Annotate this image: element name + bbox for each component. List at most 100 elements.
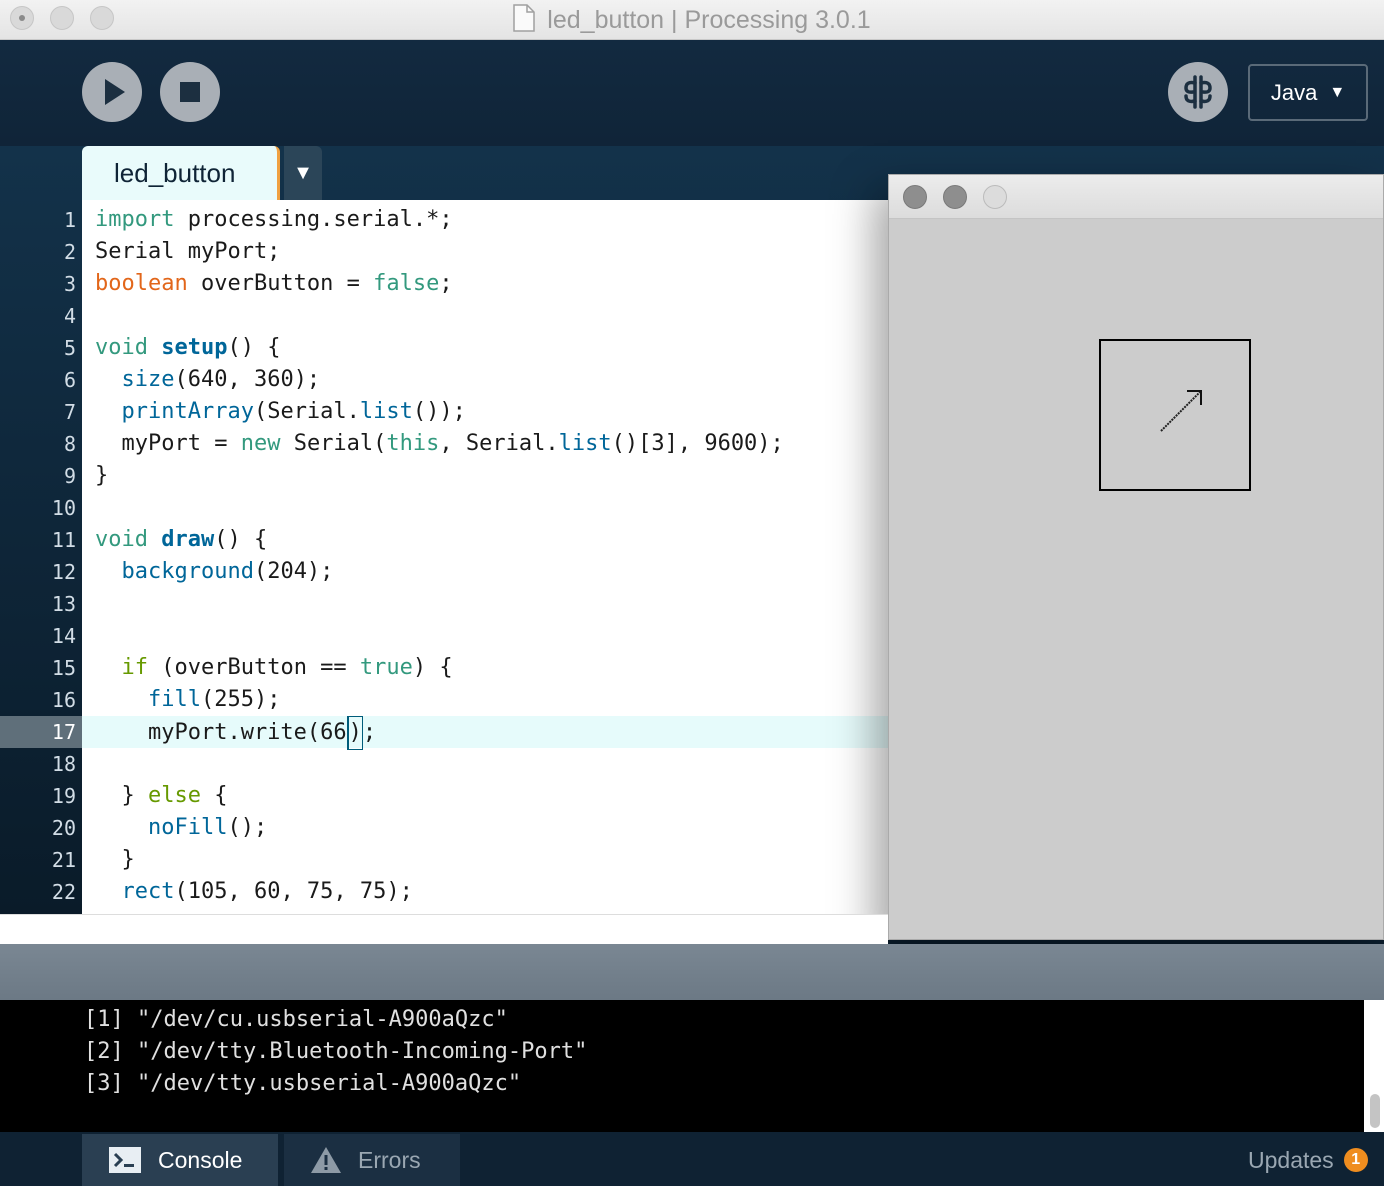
tab-label: led_button <box>114 158 236 188</box>
code-token: } <box>95 463 109 488</box>
code-token: true <box>359 655 413 680</box>
code-token: ) { <box>412 655 453 680</box>
debug-icon <box>1184 75 1212 109</box>
tab-errors[interactable]: Errors <box>284 1134 460 1186</box>
code-token: () { <box>214 527 268 552</box>
updates-button[interactable]: Updates 1 <box>1248 1134 1368 1186</box>
code-line: boolean overButton = false; <box>95 268 453 300</box>
line-number: 8 <box>63 432 76 456</box>
code-token: (Serial. <box>253 399 360 424</box>
code-line: printArray(Serial.list()); <box>95 396 466 428</box>
code-line: myPort = new Serial(this, Serial.list()[… <box>95 428 784 460</box>
code-token: false <box>373 271 440 296</box>
line-number: 13 <box>51 592 76 616</box>
code-token: { <box>200 783 228 808</box>
line-number: 10 <box>51 496 76 520</box>
line-number: 11 <box>51 528 76 552</box>
line-number: 16 <box>51 688 76 712</box>
updates-count-badge: 1 <box>1343 1148 1368 1172</box>
mode-label: Java <box>1270 79 1318 105</box>
sketch-button-rect[interactable] <box>1099 339 1251 491</box>
code-line: void draw() { <box>95 524 267 556</box>
line-number: 3 <box>63 272 76 296</box>
code-token: (640, 360); <box>174 367 321 392</box>
console-line: [2] "/dev/tty.Bluetooth-Incoming-Port" <box>84 1039 588 1064</box>
code-token: import <box>95 207 175 232</box>
console-line: [3] "/dev/tty.usbserial-A900aQzc" <box>84 1071 522 1096</box>
tab-console[interactable]: Console <box>82 1134 278 1186</box>
code-token: () { <box>227 335 281 360</box>
mode-selector[interactable]: Java ▼ <box>1248 64 1368 121</box>
window-titlebar: led_button | Processing 3.0.1 <box>0 0 1384 40</box>
line-number: 14 <box>51 624 76 648</box>
console-output[interactable]: [1] "/dev/cu.usbserial-A900aQzc" [2] "/de… <box>0 1000 1384 1132</box>
document-icon <box>513 4 536 32</box>
sketch-maximize-button[interactable] <box>983 185 1007 209</box>
console-scrollbar[interactable] <box>1364 1000 1384 1132</box>
code-token: background <box>121 559 254 584</box>
sketch-window[interactable] <box>888 174 1384 940</box>
code-token: (); <box>227 815 268 840</box>
updates-label: Updates <box>1248 1146 1334 1173</box>
sketch-window-titlebar <box>889 175 1383 219</box>
code-token: processing.serial.*; <box>174 207 453 232</box>
code-token: rect <box>121 879 175 904</box>
code-token: size <box>121 367 175 392</box>
line-number: 18 <box>51 752 76 776</box>
code-token: Serial( <box>280 431 387 456</box>
sketch-minimize-button[interactable] <box>943 185 967 209</box>
console-scrollbar-thumb[interactable] <box>1370 1094 1380 1128</box>
stop-button[interactable] <box>160 62 220 122</box>
code-token: void <box>95 335 148 360</box>
code-token: (204); <box>253 559 334 584</box>
debug-button[interactable] <box>1168 62 1228 122</box>
panel-divider[interactable] <box>0 944 1384 1000</box>
code-token: draw <box>161 527 215 552</box>
code-line: rect(105, 60, 75, 75); <box>95 876 413 908</box>
line-number: 19 <box>51 784 76 808</box>
code-token: ()); <box>412 399 466 424</box>
code-token: boolean <box>95 271 188 296</box>
tab-menu-button[interactable]: ▼ <box>284 146 322 200</box>
run-button[interactable] <box>82 62 142 122</box>
line-number: 4 <box>63 304 76 328</box>
code-line: } <box>95 844 134 876</box>
line-number: 22 <box>51 880 76 904</box>
sketch-close-button[interactable] <box>903 185 927 209</box>
code-token: list <box>558 431 612 456</box>
tab-led-button[interactable]: led_button <box>82 146 280 200</box>
code-line: void setup() { <box>95 332 280 364</box>
window-title: led_button | Processing 3.0.1 <box>547 6 871 34</box>
line-number: 15 <box>51 656 76 680</box>
line-number: 17 <box>51 720 76 744</box>
code-line: } <box>95 460 108 492</box>
code-token: ; <box>439 271 453 296</box>
warning-icon <box>311 1147 341 1173</box>
toolbar: Java ▼ <box>0 40 1384 146</box>
code-token: void <box>95 527 148 552</box>
code-token: new <box>240 431 281 456</box>
code-token: ; <box>362 720 377 745</box>
line-number: 21 <box>51 848 76 872</box>
line-number: 2 <box>63 240 76 264</box>
line-number: 5 <box>63 336 76 360</box>
code-token: (255); <box>200 687 281 712</box>
code-token: if <box>121 655 149 680</box>
console-icon <box>109 1147 141 1173</box>
code-token: fill <box>147 687 201 712</box>
window-title-container: led_button | Processing 3.0.1 <box>0 4 1384 35</box>
code-token: (overButton == <box>148 655 360 680</box>
line-number: 6 <box>63 368 76 392</box>
code-token: ()[3], 9600); <box>611 431 784 456</box>
bottom-bar: Console Errors Updates 1 <box>0 1132 1384 1186</box>
code-token: this <box>386 431 440 456</box>
errors-tab-label: Errors <box>358 1146 421 1173</box>
code-line: import processing.serial.*; <box>95 204 453 236</box>
code-line: if (overButton == true) { <box>95 652 453 684</box>
